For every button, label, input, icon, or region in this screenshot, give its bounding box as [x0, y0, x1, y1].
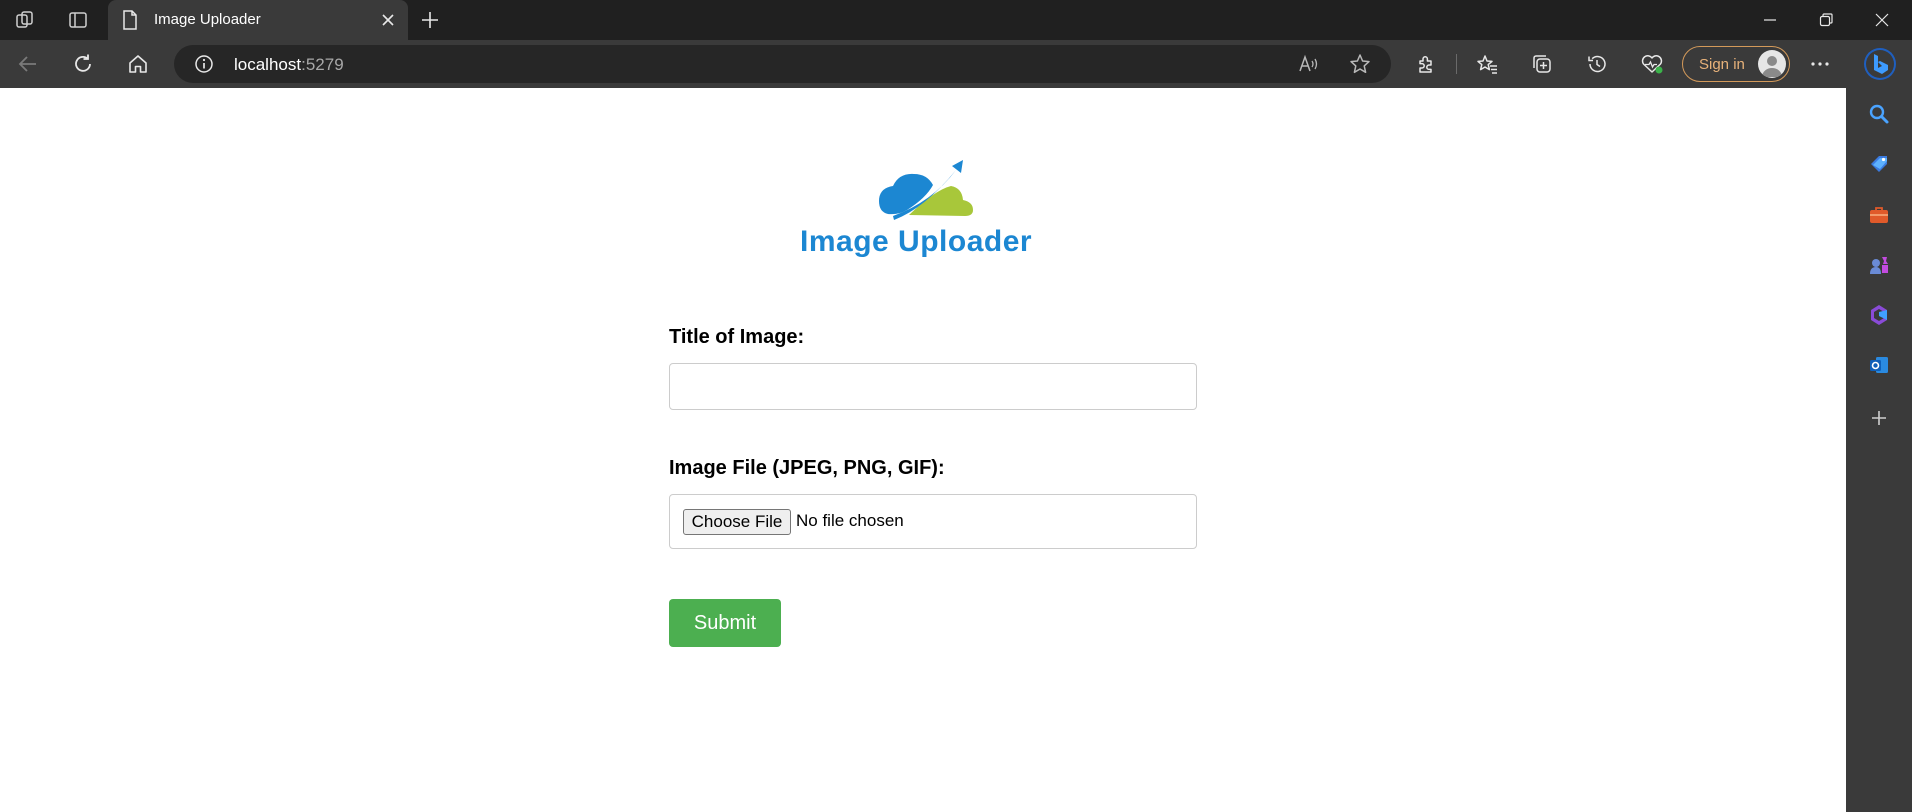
history-icon[interactable] [1577, 44, 1617, 84]
cloud-logo-icon [879, 160, 973, 220]
refresh-icon[interactable] [63, 44, 103, 84]
info-icon[interactable] [194, 54, 214, 79]
logo: Image Uploader [795, 136, 1055, 266]
extensions-icon[interactable] [1406, 44, 1446, 84]
minimize-icon[interactable] [1742, 0, 1798, 40]
address-bar[interactable]: localhost:5279 [174, 45, 1391, 83]
page-icon [122, 10, 138, 35]
more-icon[interactable] [1800, 44, 1840, 84]
url-host: localhost [234, 55, 302, 74]
toolbar-divider [1456, 54, 1457, 74]
close-icon[interactable] [374, 6, 402, 34]
edge-sidebar [1846, 88, 1912, 812]
url-port: :5279 [301, 55, 344, 74]
submit-button[interactable]: Submit [669, 599, 781, 647]
file-label: Image File (JPEG, PNG, GIF): [669, 457, 945, 479]
back-arrow-icon[interactable] [8, 44, 48, 84]
read-aloud-icon[interactable] [1298, 54, 1320, 79]
file-status: No file chosen [796, 511, 904, 530]
search-icon[interactable] [1859, 94, 1899, 134]
logo-text: Image Uploader [800, 225, 1033, 258]
tab-image-uploader[interactable]: Image Uploader [108, 0, 408, 40]
title-label: Title of Image: [669, 326, 805, 348]
collections-icon[interactable] [1522, 44, 1562, 84]
title-bar: Image Uploader [0, 0, 1912, 40]
restore-icon[interactable] [1798, 0, 1854, 40]
copilot-icon[interactable] [1860, 44, 1900, 84]
workspaces-icon[interactable] [3, 0, 47, 40]
outlook-icon[interactable] [1859, 345, 1899, 385]
avatar [1758, 50, 1786, 78]
page-content: Image Uploader Title of Image: Image Fil… [0, 88, 1846, 812]
plus-icon[interactable] [1859, 398, 1899, 438]
sign-in-button[interactable]: Sign in [1682, 46, 1790, 82]
close-window-icon[interactable] [1854, 0, 1910, 40]
games-icon[interactable] [1859, 245, 1899, 285]
browser-essentials-icon[interactable] [1632, 44, 1672, 84]
file-input[interactable]: Choose File No file chosen [669, 494, 1197, 549]
office-icon[interactable] [1859, 295, 1899, 335]
star-icon[interactable] [1349, 53, 1371, 80]
favorites-icon[interactable] [1467, 44, 1507, 84]
tab-title: Image Uploader [154, 11, 261, 28]
title-input[interactable] [669, 363, 1197, 410]
sign-in-label: Sign in [1699, 56, 1745, 73]
shopping-tag-icon[interactable] [1859, 144, 1899, 184]
url-text: localhost:5279 [234, 55, 344, 75]
tab-actions-icon[interactable] [56, 0, 100, 40]
choose-file-button[interactable]: Choose File [683, 509, 791, 535]
tools-briefcase-icon[interactable] [1859, 195, 1899, 235]
home-icon[interactable] [118, 44, 158, 84]
browser-toolbar: localhost:5279 Sign in [0, 40, 1912, 88]
plus-icon[interactable] [414, 4, 446, 36]
